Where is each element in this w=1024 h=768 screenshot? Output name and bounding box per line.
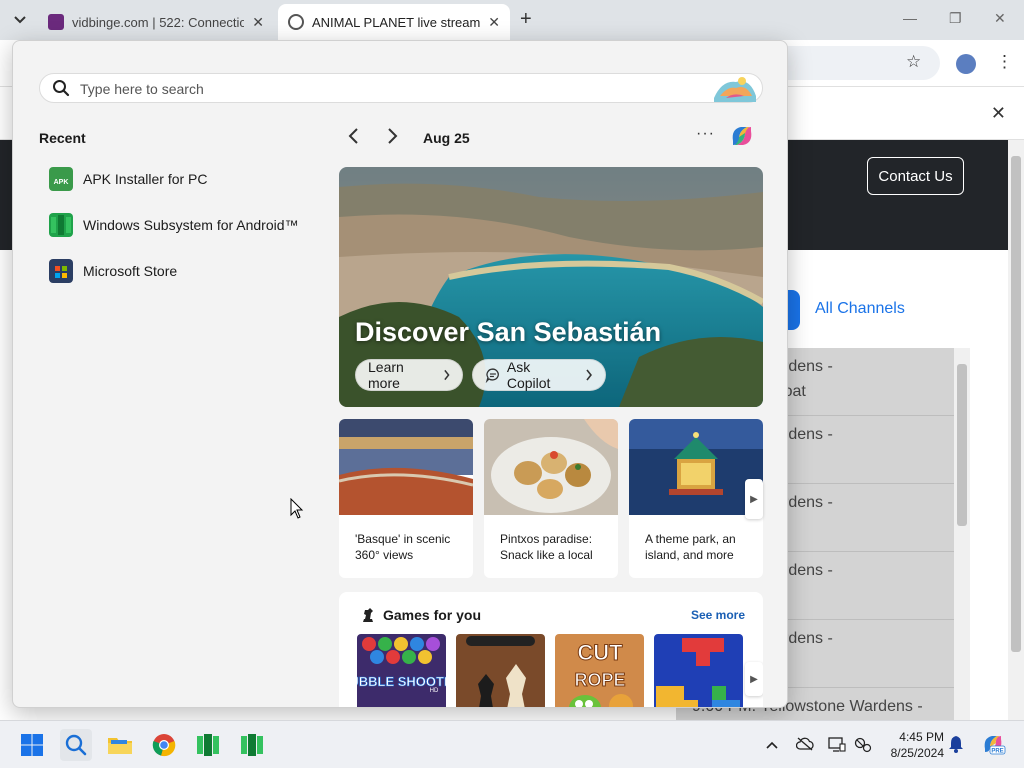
browser-tab-animal-planet[interactable]: ANIMAL PLANET live stream - TV ✕ <box>278 4 510 40</box>
windows-start-icon[interactable] <box>16 729 48 761</box>
close-icon[interactable]: ✕ <box>991 103 1006 124</box>
copilot-badge-text: PRE <box>991 749 1003 755</box>
games-next-arrow-icon[interactable]: ▶ <box>745 662 763 696</box>
svg-text:CUT: CUT <box>577 640 623 665</box>
system-clock[interactable]: 4:45 PM 8/25/2024 <box>880 729 944 761</box>
close-tab-icon[interactable]: ✕ <box>488 14 500 31</box>
android-subsystem-icon <box>49 213 73 237</box>
search-icon <box>53 80 70 97</box>
tab-title: vidbinge.com | 522: Connection timed out <box>72 14 245 30</box>
clock-date: 8/25/2024 <box>890 746 944 760</box>
recent-item-apk-installer[interactable]: APK APK Installer for PC <box>41 161 321 197</box>
chevron-right-icon <box>443 369 450 381</box>
close-tab-icon[interactable]: ✕ <box>252 14 264 31</box>
card-theme-park[interactable]: A theme park, an island, and more <box>629 419 763 578</box>
desktop-screen: vidbinge.com | 522: Connection timed out… <box>0 0 1024 768</box>
game-tile-block-puzzle[interactable] <box>654 634 743 707</box>
apk-installer-icon: APK <box>49 167 73 191</box>
hero-card[interactable]: Discover San Sebastián Learn more Ask Co… <box>339 167 763 407</box>
game-badge-text: HD <box>430 688 439 694</box>
game-tile-cut-the-rope[interactable]: CUT ROPE <box>555 634 644 707</box>
chevron-left-icon[interactable] <box>347 127 359 151</box>
search-box[interactable] <box>39 73 763 103</box>
contact-us-button[interactable]: Contact Us <box>867 157 964 195</box>
svg-text:ROPE: ROPE <box>574 670 625 690</box>
learn-more-button[interactable]: Learn more <box>355 359 463 391</box>
recent-item-microsoft-store[interactable]: Microsoft Store <box>41 253 321 289</box>
tray-overflow-chevron-icon[interactable] <box>766 737 778 752</box>
chevron-right-icon <box>586 369 593 381</box>
android-subsystem-taskbar-icon[interactable] <box>192 729 224 761</box>
block-puzzle-thumbnail <box>654 634 743 707</box>
recent-item-label: Microsoft Store <box>83 263 178 279</box>
card-caption: 'Basque' in scenic 360° views <box>355 532 451 562</box>
recent-heading: Recent <box>39 130 86 146</box>
card-basque-views[interactable]: 'Basque' in scenic 360° views <box>339 419 473 578</box>
restore-icon[interactable]: ❐ <box>949 10 962 27</box>
chess-thumbnail <box>456 634 545 707</box>
profile-avatar-icon[interactable] <box>956 54 976 74</box>
globe-icon <box>288 14 304 30</box>
pintxos-plate-image <box>484 419 618 515</box>
taskbar: 4:45 PM 8/25/2024 PRE <box>0 720 1024 768</box>
card-caption: A theme park, an island, and more <box>645 532 736 562</box>
new-tab-button[interactable]: + <box>520 8 532 31</box>
chess-piece-icon <box>363 608 373 622</box>
hero-title: Discover San Sebastián <box>355 317 662 347</box>
svg-text:APK: APK <box>54 179 69 186</box>
game-tile-chess[interactable] <box>456 634 545 707</box>
card-pintxos[interactable]: Pintxos paradise: Snack like a local <box>484 419 618 578</box>
cut-the-rope-thumbnail: CUT ROPE <box>555 634 644 707</box>
microsoft-store-icon <box>49 259 73 283</box>
recent-item-label: Windows Subsystem for Android™ <box>83 217 299 233</box>
all-channels-link[interactable]: All Channels <box>815 300 905 318</box>
ask-copilot-button[interactable]: Ask Copilot <box>472 359 606 391</box>
bubble-shooter-thumbnail: BUBBLE SHOOTER HD <box>357 634 446 707</box>
recent-item-label: APK Installer for PC <box>83 171 208 187</box>
tab-search-button[interactable] <box>6 6 34 34</box>
card-caption: Pintxos paradise: Snack like a local <box>500 532 593 562</box>
vidbinge-favicon-icon <box>48 14 64 30</box>
display-icon[interactable] <box>828 737 846 755</box>
chevron-down-icon <box>14 16 26 24</box>
game-title-text: BUBBLE SHOOTER <box>357 674 446 689</box>
page-scroll-thumb[interactable] <box>1011 156 1021 652</box>
schedule-scroll-thumb[interactable] <box>957 364 967 526</box>
games-heading: Games for you <box>383 607 482 623</box>
windows-search-panel: Recent APK APK Installer for PC Windows … <box>12 40 788 708</box>
notification-bell-icon[interactable] <box>948 735 964 756</box>
mouse-cursor-icon <box>290 498 304 519</box>
beach-night-image <box>339 419 473 515</box>
file-explorer-icon[interactable] <box>104 729 136 761</box>
close-window-icon[interactable]: ✕ <box>994 10 1006 27</box>
game-tile-bubble-shooter[interactable]: BUBBLE SHOOTER HD <box>357 634 446 707</box>
chrome-icon[interactable] <box>148 729 180 761</box>
more-options-button[interactable]: ··· <box>696 125 715 143</box>
browser-tab-strip: vidbinge.com | 522: Connection timed out… <box>0 0 1024 40</box>
search-highlight-icon[interactable] <box>712 72 758 102</box>
cards-next-arrow-icon[interactable]: ▶ <box>745 479 763 519</box>
chat-bubble-icon <box>485 368 499 383</box>
games-for-you-section: Games for you See more BUBBLE SHOOTER HD <box>339 592 763 707</box>
chevron-right-icon[interactable] <box>387 127 399 151</box>
recent-item-android-subsystem[interactable]: Windows Subsystem for Android™ <box>41 207 321 243</box>
android-app-taskbar-icon[interactable] <box>236 729 268 761</box>
cloud-offline-icon[interactable] <box>795 737 814 754</box>
copilot-taskbar-icon[interactable]: PRE <box>980 731 1006 760</box>
clock-time: 4:45 PM <box>899 730 944 744</box>
carousel-image <box>629 419 763 515</box>
minimize-icon[interactable]: — <box>903 10 917 26</box>
network-settings-icon[interactable] <box>854 737 872 756</box>
browser-tab-vidbinge[interactable]: vidbinge.com | 522: Connection timed out… <box>38 4 274 40</box>
search-input[interactable] <box>80 79 680 99</box>
taskbar-search-icon[interactable] <box>60 729 92 761</box>
browser-menu-icon[interactable]: ⋮ <box>996 52 1013 72</box>
date-label: Aug 25 <box>423 130 470 146</box>
bookmark-star-icon[interactable]: ☆ <box>906 52 921 72</box>
copilot-icon[interactable] <box>727 121 757 151</box>
see-more-link[interactable]: See more <box>691 608 745 622</box>
tab-title: ANIMAL PLANET live stream - TV <box>312 14 481 30</box>
